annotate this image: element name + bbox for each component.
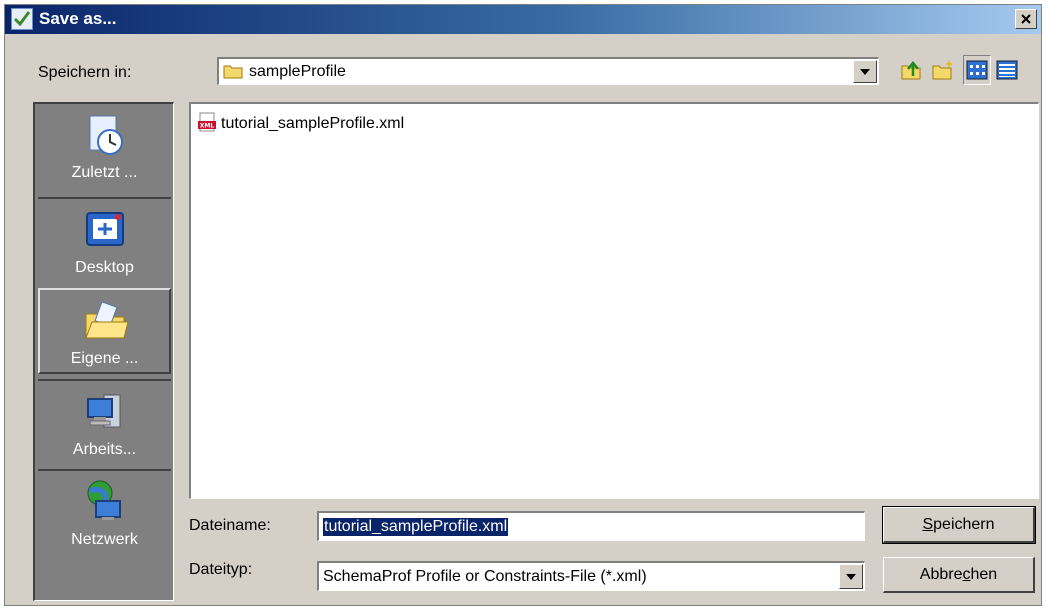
cancel-button[interactable]: Abbre c hen bbox=[883, 557, 1035, 593]
places-item-label: Arbeits... bbox=[72, 441, 137, 458]
places-item-label: Netzwerk bbox=[71, 531, 138, 548]
close-icon bbox=[1021, 14, 1031, 24]
up-one-level-button[interactable] bbox=[897, 55, 925, 85]
cancel-label-start: Abbre bbox=[919, 565, 963, 583]
filetype-dropdown-button[interactable] bbox=[839, 564, 863, 589]
places-item-label: Desktop bbox=[75, 259, 134, 276]
xml-file-icon: XML bbox=[197, 112, 217, 137]
list-view-button[interactable] bbox=[963, 55, 991, 85]
filetype-combo[interactable]: SchemaProf Profile or Constraints-File (… bbox=[317, 561, 865, 591]
new-folder-button[interactable] bbox=[929, 55, 957, 85]
checkmark-icon bbox=[11, 8, 33, 30]
file-name: tutorial_sampleProfile.xml bbox=[221, 115, 405, 132]
save-as-dialog: Save as... Speichern in: sampleProfile Z… bbox=[4, 4, 1042, 606]
places-item-network[interactable]: Netzwerk bbox=[38, 469, 171, 555]
up-one-level-icon bbox=[901, 61, 921, 80]
recent-items-icon bbox=[82, 112, 128, 158]
list-view-icon bbox=[966, 60, 988, 80]
my-documents-icon bbox=[82, 298, 129, 344]
network-icon bbox=[82, 479, 128, 525]
places-bar: Zuletzt ... Desktop Eigene ... Arbeits..… bbox=[33, 102, 174, 601]
save-mnemonic: S bbox=[922, 515, 934, 533]
lookin-combo[interactable]: sampleProfile bbox=[217, 57, 879, 85]
places-item-recent[interactable]: Zuletzt ... bbox=[38, 104, 171, 190]
close-button[interactable] bbox=[1015, 9, 1037, 29]
filename-field[interactable]: tutorial_sampleProfile.xml bbox=[317, 511, 865, 541]
lookin-value: sampleProfile bbox=[249, 63, 346, 80]
save-button[interactable]: Speichern bbox=[882, 506, 1036, 544]
file-list[interactable]: XML tutorial_sampleProfile.xml bbox=[189, 102, 1039, 499]
window-title: Save as... bbox=[39, 9, 117, 28]
my-computer-icon bbox=[82, 389, 128, 435]
filetype-label: Dateityp: bbox=[189, 561, 253, 578]
details-view-button[interactable] bbox=[993, 55, 1021, 85]
folder-icon bbox=[223, 63, 243, 84]
lookin-label: Speichern in: bbox=[38, 64, 132, 81]
svg-text:XML: XML bbox=[200, 122, 215, 129]
save-label: peichern bbox=[933, 515, 995, 533]
title-bar[interactable]: Save as... bbox=[5, 5, 1041, 34]
list-item[interactable]: XML tutorial_sampleProfile.xml bbox=[197, 112, 405, 137]
places-item-desktop[interactable]: Desktop bbox=[38, 197, 171, 283]
details-view-icon bbox=[996, 60, 1018, 80]
lookin-dropdown-button[interactable] bbox=[853, 60, 877, 83]
filename-value: tutorial_sampleProfile.xml bbox=[323, 518, 509, 536]
filetype-value: SchemaProf Profile or Constraints-File (… bbox=[323, 568, 647, 585]
chevron-down-icon bbox=[860, 68, 870, 75]
desktop-icon bbox=[82, 207, 128, 253]
chevron-down-icon bbox=[846, 573, 856, 580]
places-item-my-documents[interactable]: Eigene ... bbox=[38, 288, 171, 374]
new-folder-icon bbox=[932, 60, 953, 80]
filename-label: Dateiname: bbox=[189, 517, 271, 534]
places-item-label: Zuletzt ... bbox=[71, 164, 138, 181]
places-item-label: Eigene ... bbox=[70, 350, 139, 367]
cancel-label-end: hen bbox=[970, 565, 998, 583]
places-item-my-computer[interactable]: Arbeits... bbox=[38, 379, 171, 465]
cancel-mnemonic: c bbox=[962, 565, 971, 583]
